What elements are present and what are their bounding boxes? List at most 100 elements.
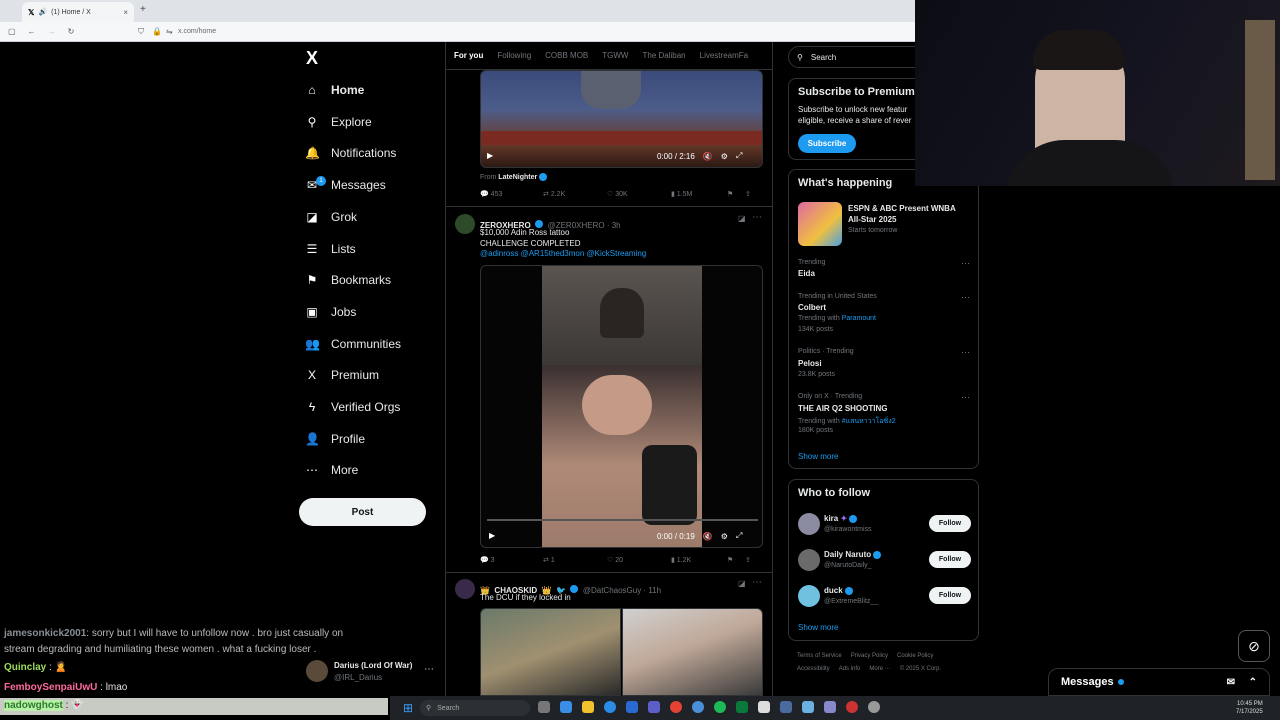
trend-with-link[interactable]: #แสนหาวาโอซิ่ง2 [842, 418, 896, 425]
browser-tab[interactable]: 𝕏 🔊 (1) Home / X × [22, 2, 134, 22]
views-button[interactable]: ▮ 1.5M [671, 190, 727, 198]
follow-button[interactable]: Follow [929, 587, 971, 604]
tab-tgww[interactable]: TGWW [602, 51, 628, 60]
nav-item-premium[interactable]: X Premium [305, 362, 435, 388]
follow-user-name[interactable]: kira ✦ [824, 514, 858, 523]
nav-item-more[interactable]: ⋯ More [305, 457, 435, 483]
play-button[interactable]: ▶ [487, 151, 493, 160]
trend-more-icon[interactable]: ⋯ [961, 292, 970, 303]
show-more-follow-link[interactable]: Show more [798, 623, 838, 632]
teams-icon[interactable] [648, 701, 660, 713]
featured-event-title-2[interactable]: All-Star 2025 [848, 215, 896, 224]
nav-item-grok[interactable]: ◪ Grok [305, 204, 435, 230]
tweet-video[interactable]: ▶ 0:00 / 2:16 🔇 ⚙ ⤢ [480, 70, 763, 168]
app-icon[interactable] [824, 701, 836, 713]
browser-icon[interactable] [692, 701, 704, 713]
back-icon[interactable]: ← [28, 27, 36, 36]
settings-icon[interactable]: ⚙ [721, 152, 728, 161]
trend-name[interactable]: THE AIR Q2 SHOOTING [798, 404, 888, 413]
share-icon[interactable]: ⇪ [745, 190, 751, 198]
settings-icon[interactable] [868, 701, 880, 713]
tab-cobb-mob[interactable]: COBB MOB [545, 51, 588, 60]
retweet-button[interactable]: ⇄ 2.2K [543, 190, 607, 198]
share-icon[interactable]: ⇪ [745, 556, 751, 564]
fullscreen-icon[interactable]: ⤢ [736, 151, 742, 161]
account-more-icon[interactable]: ⋯ [424, 664, 434, 675]
avatar[interactable] [455, 214, 475, 234]
search-input[interactable]: ⚲ Search [788, 46, 928, 68]
play-icon[interactable]: ▶ [487, 151, 493, 160]
url-field[interactable]: x.com/home [178, 28, 216, 35]
footer-link[interactable]: Cookie Policy [897, 653, 933, 659]
views-button[interactable]: ▮ 1.2K [671, 556, 727, 564]
edge-icon[interactable] [604, 701, 616, 713]
tab-for-you[interactable]: For you [454, 51, 483, 60]
grok-icon[interactable]: ◪ [738, 214, 746, 223]
nav-item-messages[interactable]: ✉ Messages [305, 172, 435, 198]
reply-button[interactable]: 💬 453 [480, 190, 543, 198]
expand-icon[interactable]: ⌃ [1249, 677, 1257, 688]
taskbar-search[interactable]: ⚲ Search [420, 700, 530, 716]
shield-icon[interactable]: ⛉ [138, 27, 144, 37]
spotify-icon[interactable] [714, 701, 726, 713]
new-tab-button[interactable]: + [140, 4, 146, 15]
task-view-icon[interactable] [538, 701, 550, 713]
trend-more-icon[interactable]: ⋯ [961, 392, 970, 403]
from-name[interactable]: LateNighter [498, 174, 537, 181]
store-icon[interactable] [626, 701, 638, 713]
opera-icon[interactable] [670, 701, 682, 713]
app-icon[interactable] [846, 701, 858, 713]
tab-livestreamfa[interactable]: LivestreamFa [700, 51, 748, 60]
play-icon[interactable]: ▶ [489, 531, 495, 540]
app-icon[interactable] [802, 701, 814, 713]
trend-more-icon[interactable]: ⋯ [961, 258, 970, 269]
footer-link[interactable]: Ads info [839, 666, 861, 672]
author-handle[interactable]: @DatChaosGuy · 11h [583, 586, 661, 595]
more-icon[interactable]: ⋯ [752, 212, 762, 223]
settings-icon[interactable]: ⚙ [721, 532, 728, 541]
retweet-button[interactable]: ⇄ 1 [543, 556, 607, 564]
featured-event-image[interactable] [798, 202, 842, 246]
video-progress-bar[interactable] [487, 519, 758, 521]
nav-item-home[interactable]: ⌂ Home [305, 77, 435, 103]
more-icon[interactable]: ⋯ [752, 577, 762, 588]
avatar[interactable] [306, 660, 328, 682]
like-button[interactable]: ♡ 20 [607, 556, 671, 564]
x-logo[interactable]: X [306, 48, 318, 69]
tab-following[interactable]: Following [497, 51, 531, 60]
nav-item-explore[interactable]: ⚲ Explore [305, 109, 435, 135]
follow-button[interactable]: Follow [929, 551, 971, 568]
app-icon[interactable] [780, 701, 792, 713]
avatar[interactable] [798, 549, 820, 571]
follow-user-name[interactable]: duck [824, 586, 853, 595]
avatar[interactable] [798, 513, 820, 535]
featured-event-title-1[interactable]: ESPN & ABC Present WNBA [848, 204, 956, 213]
trend-more-icon[interactable]: ⋯ [961, 347, 970, 358]
footer-link[interactable]: Accessibility [797, 666, 830, 672]
close-tab-icon[interactable]: × [123, 8, 128, 17]
tab-the-daliban[interactable]: The Daliban [642, 51, 685, 60]
avatar[interactable] [798, 585, 820, 607]
footer-link[interactable]: Privacy Policy [851, 653, 888, 659]
avatar[interactable] [455, 579, 475, 599]
follow-user-name[interactable]: Daily Naruto [824, 550, 882, 559]
nav-item-jobs[interactable]: ▣ Jobs [305, 299, 435, 325]
bookmark-icon[interactable]: ⚑ [727, 190, 745, 198]
messages-drawer[interactable]: Messages ✉ ⌃ [1048, 668, 1270, 696]
mute-icon[interactable]: 🔇 [703, 152, 713, 161]
file-explorer-icon[interactable] [582, 701, 594, 713]
nav-item-communities[interactable]: 👥 Communities [305, 331, 435, 357]
post-button[interactable]: Post [299, 498, 426, 526]
like-button[interactable]: ♡ 30K [607, 190, 671, 198]
trend-name[interactable]: Pelosi [798, 359, 822, 368]
grok-fab-icon[interactable]: ⊘ [1238, 630, 1270, 662]
nav-item-verified-orgs[interactable]: ϟ Verified Orgs [305, 394, 435, 420]
reply-button[interactable]: 💬 3 [480, 556, 543, 564]
mute-icon[interactable]: 🔇 [703, 532, 713, 541]
sidebar-toggle-icon[interactable]: ▢ [8, 27, 16, 36]
trend-name[interactable]: Colbert [798, 303, 826, 312]
subscribe-button[interactable]: Subscribe [798, 134, 856, 153]
nav-item-bookmarks[interactable]: ⚑ Bookmarks [305, 267, 435, 293]
follow-button[interactable]: Follow [929, 515, 971, 532]
play-button[interactable]: ▶ [489, 531, 495, 540]
